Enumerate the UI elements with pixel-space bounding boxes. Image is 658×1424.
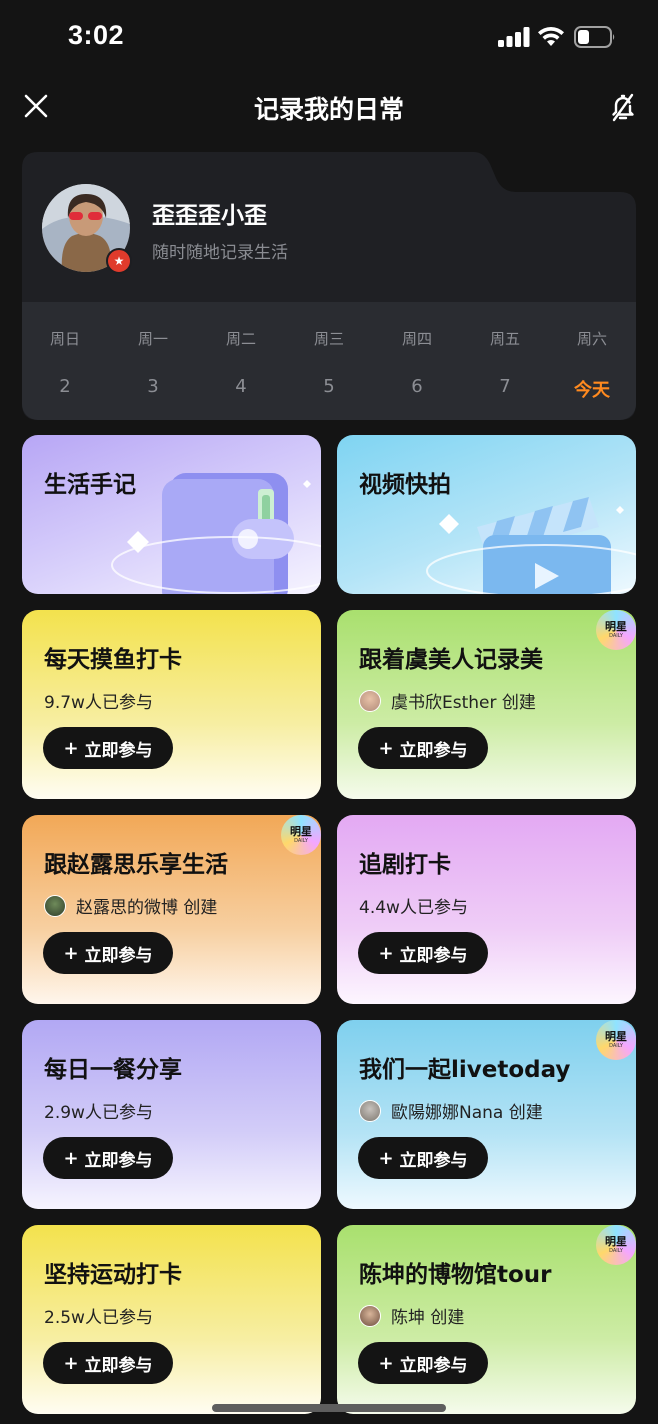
participant-count: 2.5w人已参与 [44,1308,153,1328]
join-label: 立即参与 [399,945,468,966]
profile-card: ★ 歪歪歪小歪 随时随地记录生活 周日 2 周一 3 周二 4 周三 5 周四 … [22,152,636,420]
join-button[interactable]: + 立即参与 [43,727,173,769]
creator-avatar [44,894,66,917]
card-title: 每天摸鱼打卡 [44,647,182,673]
status-time: 3:02 [68,20,125,50]
weekday-label: 周六 [576,330,607,348]
weekday-label: 周四 [401,330,432,348]
date-label: 7 [499,376,511,397]
notebook-icon [111,473,321,594]
join-label: 立即参与 [399,1355,468,1376]
creator-avatar [359,689,381,712]
creator-label: 虞书欣Esther 创建 [391,693,536,713]
join-label: 立即参与 [399,740,468,761]
challenge-card[interactable]: 每天摸鱼打卡 9.7w人已参与 + 立即参与 [22,610,321,799]
join-button[interactable]: + 立即参与 [43,1342,173,1384]
join-label: 立即参与 [84,740,153,761]
celebrity-badge: 明星 DAILY [596,1225,636,1265]
challenge-card[interactable]: 每日一餐分享 2.9w人已参与 + 立即参与 [22,1020,321,1209]
cellular-signal-icon [498,27,530,47]
card-title: 坚持运动打卡 [44,1262,182,1288]
creator-info: 陈坤 创建 [359,1303,464,1328]
creator-info: 赵露思的微博 创建 [44,893,217,918]
weekday-label: 周日 [49,330,80,348]
challenge-card[interactable]: 追剧打卡 4.4w人已参与 + 立即参与 [337,815,636,1004]
clapperboard-icon [426,497,636,594]
challenge-card[interactable]: 明星 DAILY 跟着虞美人记录美 虞书欣Esther 创建 + 立即参与 [337,610,636,799]
date-label: 4 [235,376,247,397]
bell-off-icon[interactable] [608,92,638,122]
username: 歪歪歪小歪 [152,203,267,229]
card-title: 跟赵露思乐享生活 [44,852,228,878]
creator-label: 陈坤 创建 [391,1308,465,1328]
join-label: 立即参与 [399,1150,468,1171]
join-button[interactable]: + 立即参与 [43,932,173,974]
card-title: 我们一起livetoday [359,1057,571,1083]
user-bio: 随时随地记录生活 [152,243,288,263]
creator-label: 歐陽娜娜Nana 创建 [391,1103,543,1123]
creator-info: 歐陽娜娜Nana 创建 [359,1098,543,1123]
join-button[interactable]: + 立即参与 [358,1342,488,1384]
top-nav: 记录我的日常 [0,76,658,138]
join-label: 立即参与 [84,1150,153,1171]
participant-count: 2.9w人已参与 [44,1103,153,1123]
card-title: 陈坤的博物馆tour [359,1262,552,1288]
week-calendar: 周日 2 周一 3 周二 4 周三 5 周四 6 周五 7 周六 今天 [22,302,636,420]
card-title: 每日一餐分享 [44,1057,182,1083]
plus-icon: + [63,942,79,964]
challenge-card[interactable]: 明星 DAILY 我们一起livetoday 歐陽娜娜Nana 创建 + 立即参与 [337,1020,636,1209]
date-label: 6 [411,376,423,397]
weekday-label: 周三 [313,330,344,348]
plus-icon: + [63,1352,79,1374]
status-bar: 3:02 [0,0,658,76]
date-label: 5 [323,376,335,397]
join-label: 立即参与 [84,945,153,966]
challenge-card[interactable]: 坚持运动打卡 2.5w人已参与 + 立即参与 [22,1225,321,1414]
plus-icon: + [378,1352,394,1374]
card-title: 追剧打卡 [359,852,451,878]
date-label: 3 [147,376,159,397]
celebrity-badge: 明星 DAILY [596,610,636,650]
challenge-card[interactable]: 明星 DAILY 陈坤的博物馆tour 陈坤 创建 + 立即参与 [337,1225,636,1414]
card-title: 跟着虞美人记录美 [359,647,543,673]
weekday-label: 周五 [489,330,520,348]
participant-count: 4.4w人已参与 [359,898,468,918]
battery-icon [574,26,615,48]
plus-icon: + [378,1147,394,1169]
creator-avatar [359,1304,381,1327]
date-label-today: 今天 [574,380,610,401]
join-button[interactable]: + 立即参与 [358,1137,488,1179]
join-button[interactable]: + 立即参与 [43,1137,173,1179]
page-title: 记录我的日常 [253,95,404,124]
celebrity-badge: 明星 DAILY [596,1020,636,1060]
home-indicator[interactable] [212,1404,446,1412]
celebrity-badge: 明星 DAILY [281,815,321,855]
challenge-card[interactable]: 明星 DAILY 跟赵露思乐享生活 赵露思的微博 创建 + 立即参与 [22,815,321,1004]
participant-count: 9.7w人已参与 [44,693,153,713]
join-label: 立即参与 [84,1355,153,1376]
join-button[interactable]: + 立即参与 [358,932,488,974]
wifi-icon [538,26,564,46]
weekday-label: 周一 [137,330,168,348]
creator-avatar [359,1099,381,1122]
plus-icon: + [378,942,394,964]
plus-icon: + [63,737,79,759]
video-snap-tile[interactable]: 视频快拍 [337,435,636,594]
verified-badge-icon: ★ [106,248,132,274]
creator-info: 虞书欣Esther 创建 [359,688,536,713]
plus-icon: + [378,737,394,759]
life-notes-tile[interactable]: 生活手记 [22,435,321,594]
date-label: 2 [59,376,71,397]
join-button[interactable]: + 立即参与 [358,727,488,769]
weekday-label: 周二 [225,330,256,348]
creator-label: 赵露思的微博 创建 [76,898,218,918]
plus-icon: + [63,1147,79,1169]
